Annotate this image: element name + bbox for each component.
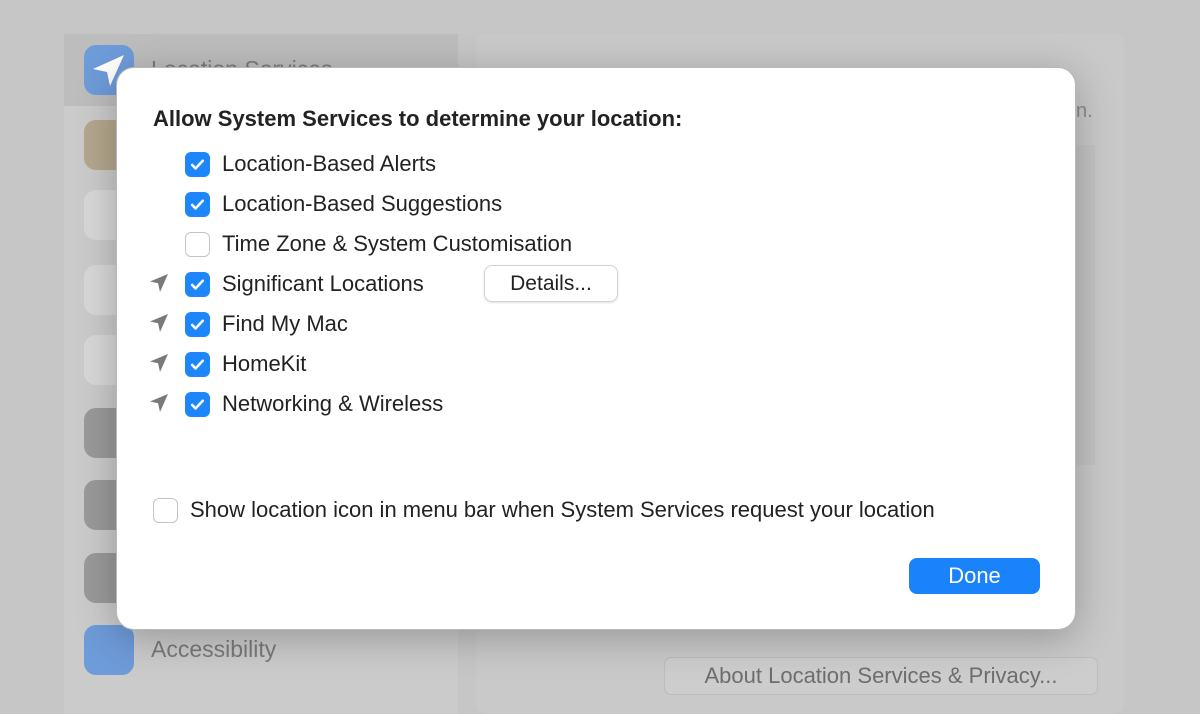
location-arrow-icon bbox=[147, 231, 173, 257]
option-label: Location-Based Suggestions bbox=[222, 191, 503, 216]
about-location-services-button[interactable]: About Location Services & Privacy... bbox=[664, 657, 1098, 695]
system-services-dialog: Allow System Services to determine your … bbox=[116, 67, 1076, 630]
option-label: Location-Based Alerts bbox=[222, 151, 437, 176]
option-label: Networking & Wireless bbox=[222, 391, 444, 416]
accessibility-icon bbox=[84, 625, 134, 675]
option-checkbox[interactable] bbox=[185, 231, 210, 257]
option-row[interactable]: Find My Mac bbox=[147, 309, 348, 339]
option-row[interactable]: HomeKit bbox=[147, 349, 306, 379]
option-checkbox[interactable] bbox=[185, 311, 210, 337]
location-arrow-icon bbox=[147, 191, 173, 217]
option-row[interactable]: Significant Locations bbox=[147, 269, 424, 299]
done-button[interactable]: Done bbox=[909, 558, 1040, 594]
option-checkbox[interactable] bbox=[185, 271, 210, 297]
location-arrow-icon bbox=[147, 391, 173, 417]
location-arrow-icon bbox=[147, 351, 173, 377]
option-row[interactable]: Time Zone & System Customisation bbox=[147, 229, 572, 259]
option-label: Significant Locations bbox=[222, 271, 424, 296]
location-arrow-icon bbox=[147, 151, 173, 177]
option-label: Time Zone & System Customisation bbox=[222, 231, 573, 256]
details-button[interactable]: Details... bbox=[484, 265, 618, 302]
option-checkbox[interactable] bbox=[185, 351, 210, 377]
option-row[interactable]: Networking & Wireless bbox=[147, 389, 443, 419]
menu-bar-option-checkbox[interactable] bbox=[153, 497, 178, 523]
option-row[interactable]: Location-Based Alerts bbox=[147, 149, 436, 179]
menu-bar-option-label: Show location icon in menu bar when Syst… bbox=[190, 497, 935, 522]
option-label: HomeKit bbox=[222, 351, 307, 376]
dialog-heading: Allow System Services to determine your … bbox=[153, 106, 683, 131]
sidebar-item-label[interactable]: Accessibility bbox=[151, 636, 276, 663]
menu-bar-option-row[interactable]: Show location icon in menu bar when Syst… bbox=[153, 495, 935, 525]
option-checkbox[interactable] bbox=[185, 151, 210, 177]
option-label: Find My Mac bbox=[222, 311, 348, 336]
location-arrow-icon bbox=[147, 311, 173, 337]
background-text-fragment: n. bbox=[1076, 100, 1093, 122]
location-arrow-icon bbox=[147, 271, 173, 297]
option-checkbox[interactable] bbox=[185, 391, 210, 417]
option-checkbox[interactable] bbox=[185, 191, 210, 217]
option-row[interactable]: Location-Based Suggestions bbox=[147, 189, 502, 219]
